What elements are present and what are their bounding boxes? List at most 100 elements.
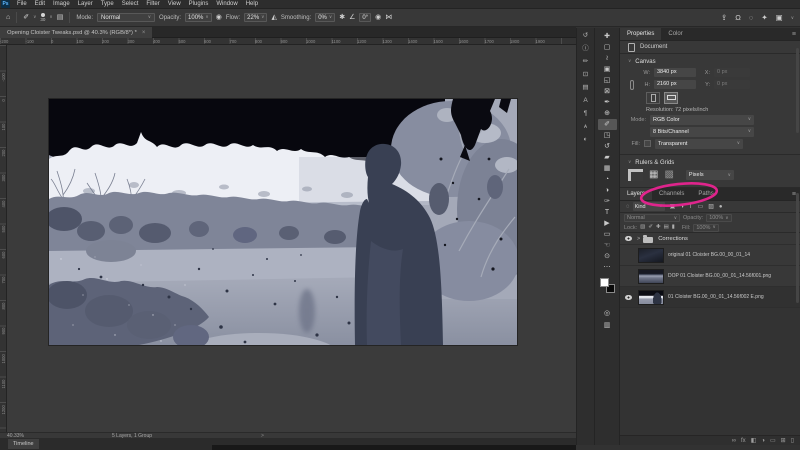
opacity-input[interactable]: 100% ∨	[185, 13, 212, 22]
tool-pen[interactable]: ✑	[598, 196, 617, 207]
tool-eyedropper[interactable]: ✒	[598, 97, 617, 108]
group-name[interactable]: Corrections	[658, 236, 688, 242]
foreground-color-swatch[interactable]	[600, 278, 609, 287]
filter-pin-icon[interactable]: ●	[719, 204, 723, 210]
menu-layer[interactable]: Layer	[74, 0, 97, 9]
quick-mask-button[interactable]: ◎	[598, 307, 617, 319]
layer-thumbnail[interactable]	[638, 269, 664, 284]
layer-row[interactable]: original 01 Cloister BG.00_00_01_14	[620, 245, 800, 266]
tool-move[interactable]: ✚	[598, 31, 617, 42]
filter-pixel-layers-icon[interactable]: ▣	[670, 204, 676, 210]
new-layer-icon[interactable]: ⊞	[781, 438, 786, 444]
tool-rectangular-marquee[interactable]: ▢	[598, 42, 617, 53]
layer-thumbnail[interactable]	[638, 290, 664, 305]
home-icon[interactable]: ⌂	[6, 14, 10, 21]
filter-kind-select[interactable]: Kind ∨	[633, 202, 665, 211]
layer-name[interactable]: DOP 01 Cloister BG.00_00_01_14.56f001.pn…	[668, 273, 771, 279]
layer-name[interactable]: original 01 Cloister BG.00_00_01_14	[668, 252, 750, 258]
tab-channels[interactable]: Channels	[652, 188, 691, 200]
filter-smart-objects-icon[interactable]: ▨	[708, 204, 714, 210]
document-tab[interactable]: Opening Cloister Tweaks.psd @ 40.3% (RGB…	[0, 27, 152, 38]
delete-layer-icon[interactable]: ▯	[791, 438, 794, 444]
filter-shape-layers-icon[interactable]: ▭	[698, 204, 704, 210]
layer-row[interactable]: 01 Cloister BG.00_00_01_14.56f002 E.png	[620, 287, 800, 308]
fill-checkbox[interactable]	[644, 140, 651, 147]
panel-history-icon[interactable]: ↺	[583, 33, 588, 41]
tool-clone-stamp[interactable]: ◳	[598, 130, 617, 141]
pressure-opacity-icon[interactable]: ◉	[216, 14, 222, 21]
tool-lasso[interactable]: ≀	[598, 53, 617, 64]
flow-input[interactable]: 22% ∨	[244, 13, 267, 22]
height-field[interactable]: 2160 px	[654, 80, 696, 89]
lock-pixels-icon[interactable]: ✐	[648, 225, 653, 231]
color-mode-select[interactable]: RGB Color ∨	[650, 115, 754, 125]
tab-paths[interactable]: Paths	[691, 188, 720, 200]
tool-more[interactable]: ⋯	[598, 262, 617, 273]
tool-history-brush[interactable]: ↺	[598, 141, 617, 152]
visibility-eye-icon[interactable]	[625, 295, 632, 300]
tab-properties[interactable]: Properties	[620, 28, 661, 40]
y-field[interactable]: 0 px	[714, 80, 750, 89]
tool-gradient[interactable]: ▦	[598, 163, 617, 174]
tool-zoom[interactable]: ⊙	[598, 251, 617, 262]
brush-angle-input[interactable]: 0°	[359, 13, 371, 22]
tool-brush[interactable]: ✐	[598, 119, 617, 130]
panel-character-icon[interactable]: A	[583, 98, 587, 106]
menu-select[interactable]: Select	[118, 0, 143, 9]
tool-crop[interactable]: ◱	[598, 75, 617, 86]
expand-chevron-icon[interactable]: >	[637, 236, 640, 242]
chevron-down-icon[interactable]: ∨	[628, 160, 631, 165]
chevron-down-icon[interactable]: ∨	[628, 59, 631, 64]
layer-name[interactable]: 01 Cloister BG.00_00_01_14.56f002 E.png	[668, 294, 764, 300]
orientation-portrait-button[interactable]	[646, 92, 660, 104]
lock-position-icon[interactable]: ✚	[656, 225, 661, 231]
close-icon[interactable]: ×	[142, 30, 146, 36]
rulers-toggle-icon[interactable]	[628, 169, 643, 181]
menu-filter[interactable]: Filter	[142, 0, 163, 9]
pressure-size-icon[interactable]: ◉	[375, 14, 381, 21]
bit-depth-select[interactable]: 8 Bits/Channel ∨	[650, 127, 754, 137]
tool-eraser[interactable]: ▰	[598, 152, 617, 163]
tool-blur[interactable]: ◔	[598, 174, 617, 185]
menu-view[interactable]: View	[164, 0, 185, 9]
chevron-down-icon[interactable]: ∨	[33, 15, 36, 20]
airbrush-icon[interactable]: ◭	[271, 14, 276, 21]
tool-spot-healing[interactable]: ⊕	[598, 108, 617, 119]
tool-dodge[interactable]: ◑	[598, 185, 617, 196]
share-icon[interactable]: ⇪	[721, 14, 727, 22]
link-layers-icon[interactable]: ∞	[732, 438, 736, 444]
panel-glyphs-icon[interactable]: ᴀ	[584, 124, 587, 132]
lock-transparency-icon[interactable]: ▨	[640, 225, 645, 231]
menu-window[interactable]: Window	[212, 0, 241, 9]
layer-group-row[interactable]: > Corrections	[620, 233, 800, 245]
filter-type-layers-icon[interactable]: T	[689, 204, 693, 210]
layer-effects-icon[interactable]: fx	[741, 438, 746, 444]
filter-adjustment-layers-icon[interactable]: ◑	[680, 204, 684, 210]
smoothing-options-gear-icon[interactable]: ✱	[339, 14, 345, 21]
menu-image[interactable]: Image	[49, 0, 74, 9]
menu-edit[interactable]: Edit	[31, 0, 49, 9]
tab-color[interactable]: Color	[661, 28, 689, 40]
tool-frame[interactable]: ⊠	[598, 86, 617, 97]
screen-mode-button[interactable]: ▥	[598, 319, 617, 331]
tab-timeline[interactable]: Timeline	[8, 439, 39, 449]
panel-libraries-icon[interactable]: ▤	[582, 85, 588, 93]
panel-menu-icon[interactable]: ≡	[792, 28, 796, 41]
menu-help[interactable]: Help	[242, 0, 262, 9]
layer-blend-mode-select[interactable]: Normal ∨	[624, 214, 680, 222]
scrollbar[interactable]	[796, 193, 799, 303]
vertical-ruler[interactable]: -100010020030040050060070080090010001100…	[0, 45, 7, 432]
tool-type[interactable]: T	[598, 207, 617, 218]
layer-fill-input[interactable]: 100% ∨	[693, 224, 718, 232]
canvas-fill-select[interactable]: Transparent ∨	[655, 139, 743, 149]
adjustment-layer-icon[interactable]: ◑	[761, 438, 765, 444]
grid-icon[interactable]: ▦	[649, 170, 658, 180]
tool-rectangle[interactable]: ▭	[598, 229, 617, 240]
canvas-document[interactable]	[49, 99, 517, 345]
scrollbar[interactable]	[796, 48, 799, 133]
tool-object-selection[interactable]: ▣	[598, 64, 617, 75]
brush-tool-icon[interactable]: ✐	[23, 14, 29, 21]
chevron-down-icon[interactable]: ∨	[791, 16, 794, 21]
menu-file[interactable]: File	[13, 0, 31, 9]
menu-plugins[interactable]: Plugins	[185, 0, 213, 9]
